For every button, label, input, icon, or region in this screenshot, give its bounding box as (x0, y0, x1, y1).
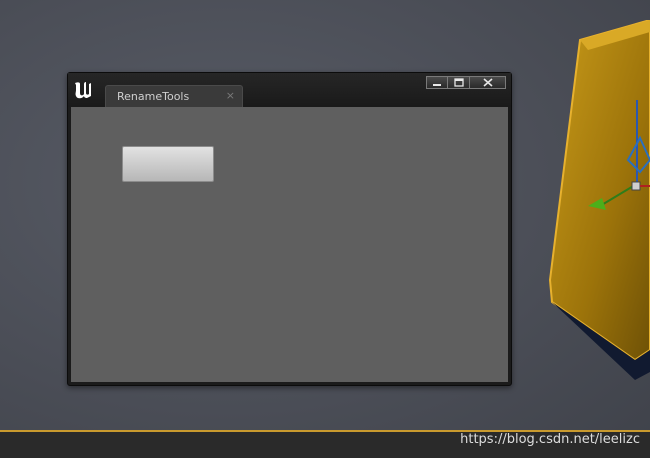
window-content (71, 107, 508, 382)
gizmo-center[interactable] (631, 181, 641, 191)
tab-rename-tools[interactable]: RenameTools × (105, 85, 243, 107)
maximize-icon (453, 78, 464, 87)
close-icon (482, 78, 493, 87)
tab-label: RenameTools (117, 90, 190, 103)
minimize-icon (433, 83, 441, 86)
watermark-text: https://blog.csdn.net/leelizc (460, 432, 640, 447)
blank-button[interactable] (122, 146, 214, 182)
tab-close-icon[interactable]: × (226, 89, 235, 102)
window-controls (426, 76, 506, 91)
window-titlebar[interactable]: RenameTools × (68, 73, 511, 107)
rename-tools-window: RenameTools × (67, 72, 512, 386)
maximize-button[interactable] (448, 76, 470, 89)
minimize-button[interactable] (426, 76, 448, 89)
viewport-cube[interactable] (540, 20, 650, 420)
close-button[interactable] (470, 76, 506, 89)
unreal-engine-logo (75, 82, 91, 99)
